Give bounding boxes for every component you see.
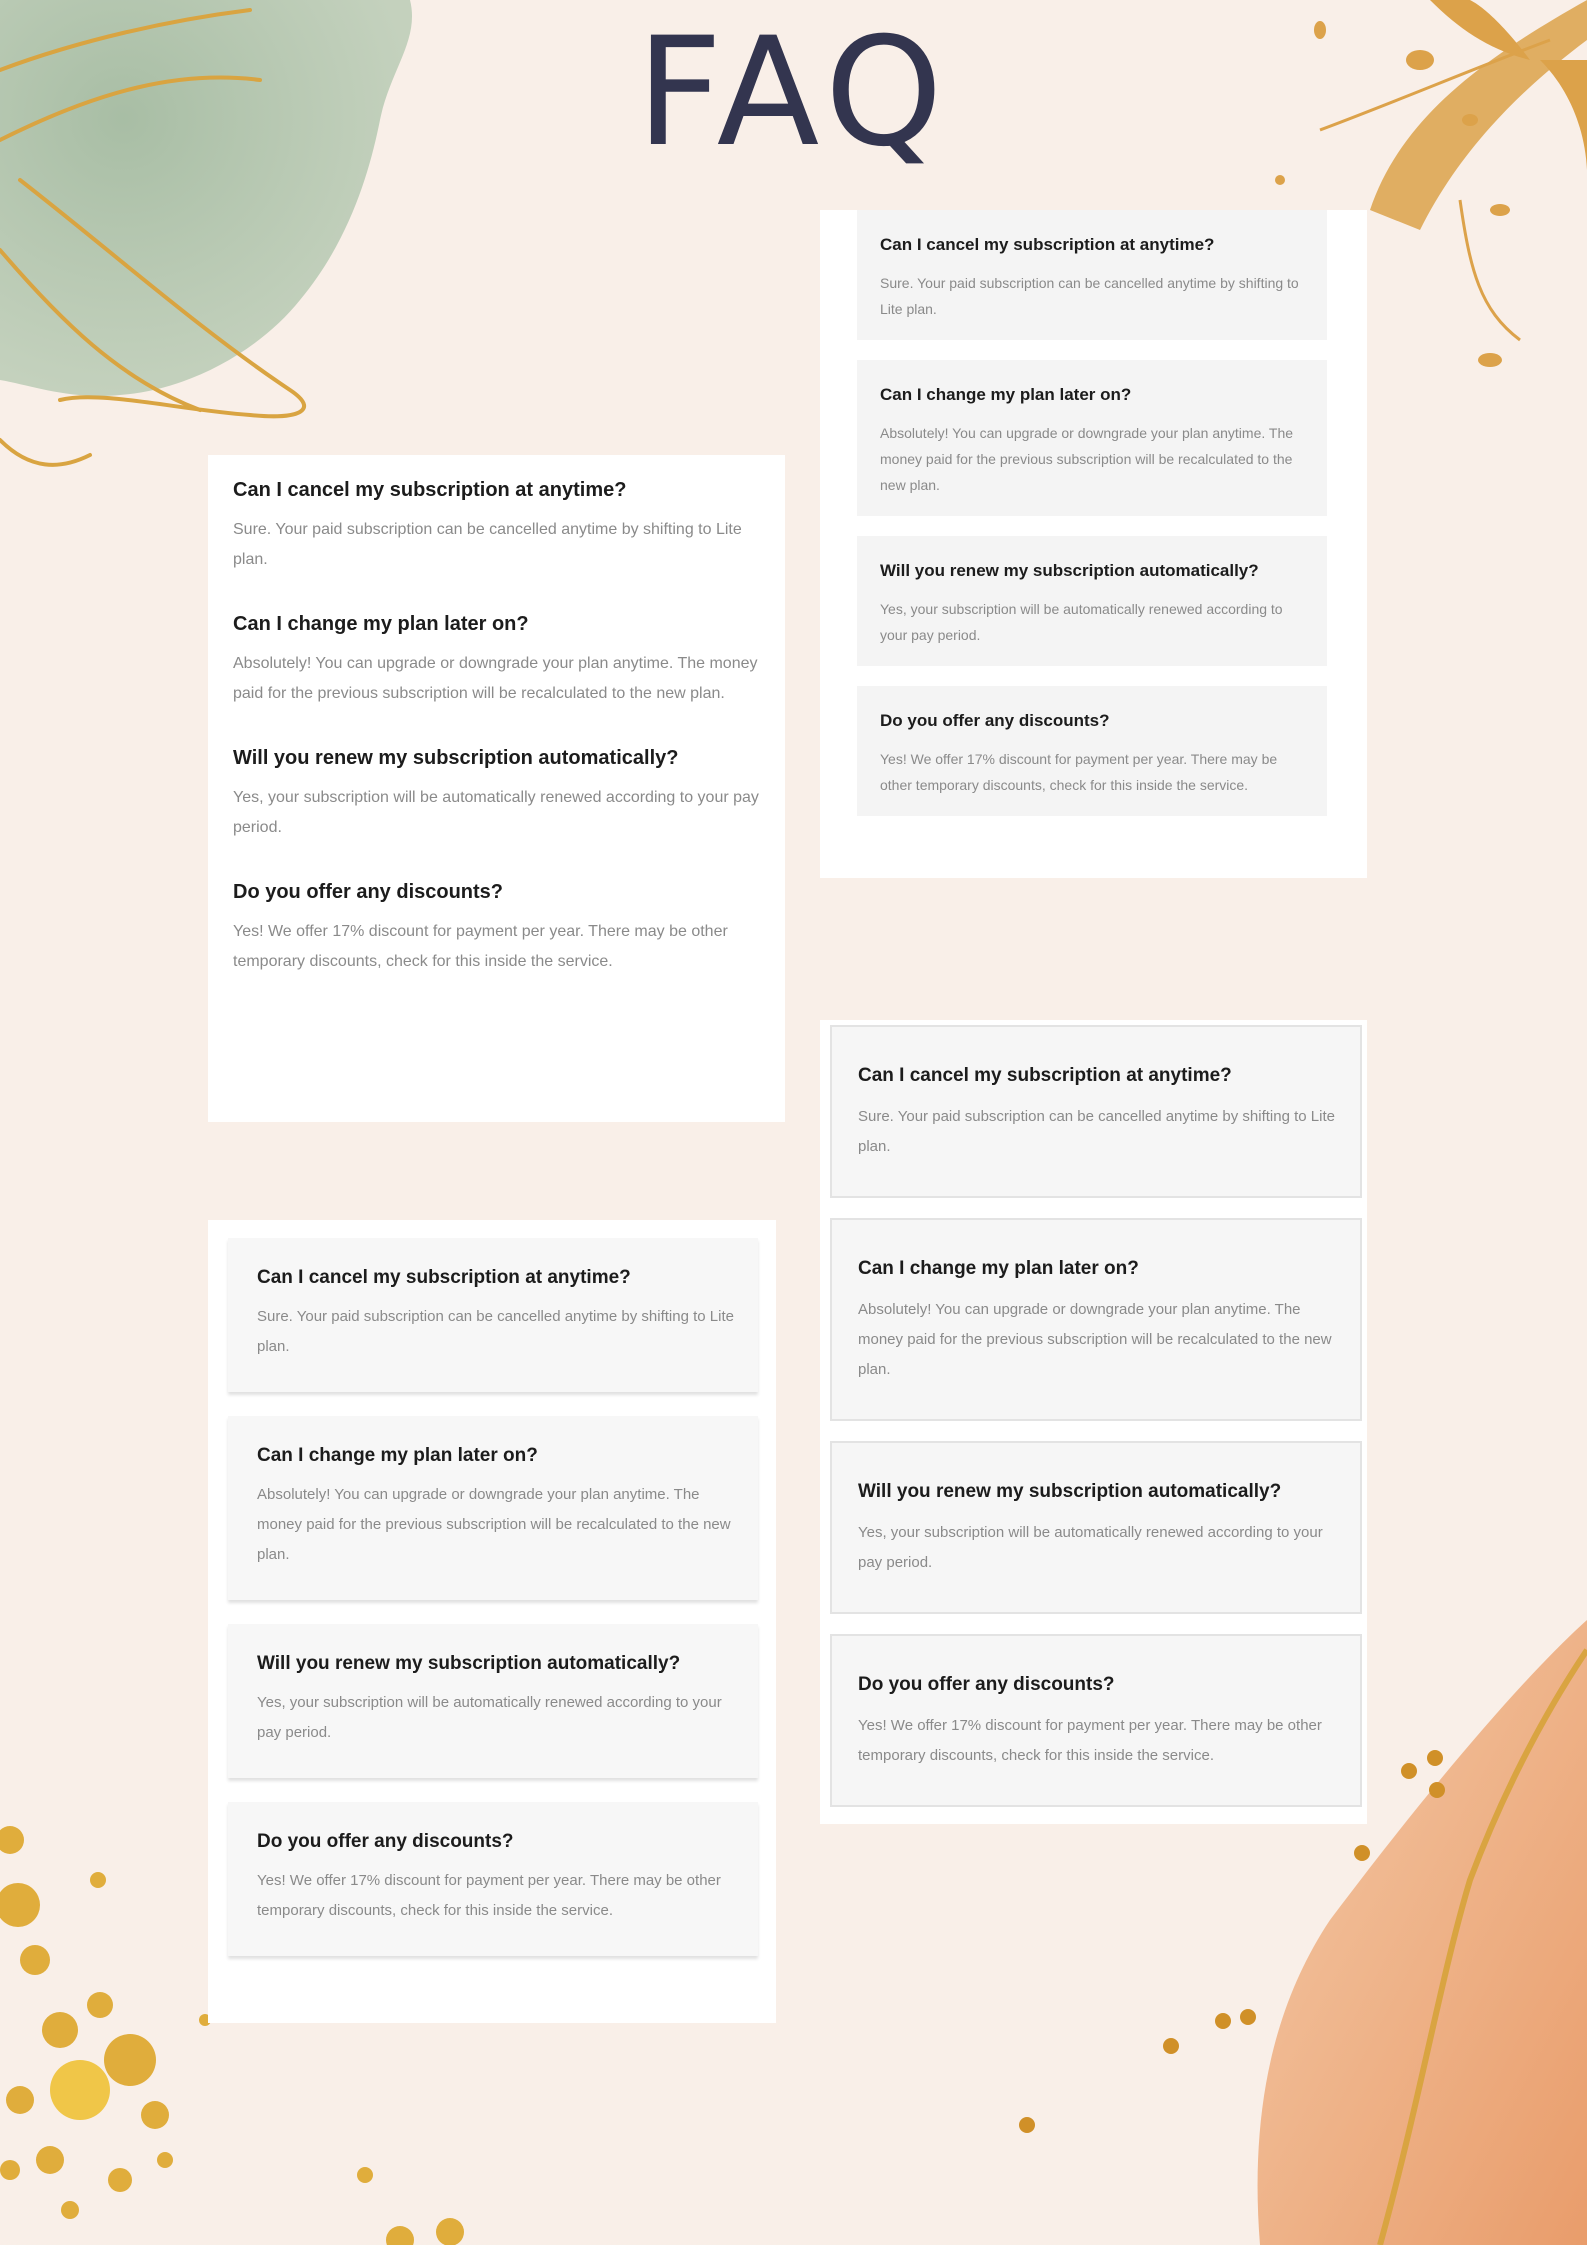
faq-question: Can I change my plan later on?	[880, 385, 1132, 404]
faq-answer: Sure. Your paid subscription can be canc…	[880, 275, 1299, 317]
faq-question: Will you renew my subscription automatic…	[233, 747, 679, 769]
faq-answer: Yes, your subscription will be automatic…	[880, 601, 1283, 643]
faq-card: Do you offer any discounts? Yes! We offe…	[857, 686, 1327, 816]
faq-question: Can I cancel my subscription at anytime?	[858, 1065, 1232, 1086]
faq-question: Can I cancel my subscription at anytime?	[257, 1267, 631, 1288]
faq-answer: Sure. Your paid subscription can be canc…	[858, 1108, 1335, 1155]
faq-question: Can I change my plan later on?	[233, 613, 529, 635]
faq-answer: Yes, your subscription will be automatic…	[257, 1694, 722, 1741]
faq-question: Do you offer any discounts?	[257, 1831, 514, 1852]
faq-card: Can I cancel my subscription at anytime?…	[228, 1238, 758, 1392]
faq-panel-shadow-cards: Can I cancel my subscription at anytime?…	[208, 1220, 776, 2023]
faq-answer: Absolutely! You can upgrade or downgrade…	[257, 1486, 731, 1563]
faq-item: Do you offer any discounts? Yes! We offe…	[233, 879, 767, 977]
faq-panel-bordered-cards: Can I cancel my subscription at anytime?…	[820, 1020, 1367, 1824]
faq-item: Will you renew my subscription automatic…	[233, 745, 767, 843]
faq-card: Will you renew my subscription automatic…	[228, 1624, 758, 1778]
faq-card: Do you offer any discounts? Yes! We offe…	[228, 1802, 758, 1956]
faq-question: Can I change my plan later on?	[858, 1258, 1139, 1279]
faq-answer: Yes, your subscription will be automatic…	[858, 1524, 1323, 1571]
page-title: FAQ	[636, 6, 951, 180]
faq-card: Do you offer any discounts? Yes! We offe…	[830, 1634, 1362, 1807]
faq-answer: Absolutely! You can upgrade or downgrade…	[880, 425, 1294, 493]
faq-panel-grey-cards: Can I cancel my subscription at anytime?…	[820, 210, 1367, 878]
faq-answer: Yes, your subscription will be automatic…	[233, 789, 759, 836]
faq-question: Can I change my plan later on?	[257, 1445, 538, 1466]
faq-question: Do you offer any discounts?	[233, 881, 504, 903]
faq-question: Will you renew my subscription automatic…	[880, 561, 1259, 580]
faq-answer: Absolutely! You can upgrade or downgrade…	[233, 655, 758, 702]
faq-question: Do you offer any discounts?	[880, 711, 1110, 730]
faq-card: Can I change my plan later on? Absolutel…	[857, 360, 1327, 516]
faq-card: Will you renew my subscription automatic…	[857, 536, 1327, 666]
faq-question: Will you renew my subscription automatic…	[257, 1653, 681, 1674]
faq-card: Can I cancel my subscription at anytime?…	[830, 1025, 1362, 1198]
faq-answer: Yes! We offer 17% discount for payment p…	[233, 923, 728, 970]
faq-answer: Sure. Your paid subscription can be canc…	[233, 521, 742, 568]
faq-question: Can I cancel my subscription at anytime?	[233, 479, 627, 501]
faq-answer: Absolutely! You can upgrade or downgrade…	[858, 1301, 1332, 1378]
faq-card: Can I change my plan later on? Absolutel…	[228, 1416, 758, 1600]
faq-answer: Yes! We offer 17% discount for payment p…	[257, 1872, 721, 1919]
faq-panel-plain: Can I cancel my subscription at anytime?…	[208, 455, 785, 1122]
faq-answer: Yes! We offer 17% discount for payment p…	[880, 751, 1278, 793]
faq-item: Can I cancel my subscription at anytime?…	[233, 477, 767, 575]
faq-card: Will you renew my subscription automatic…	[830, 1441, 1362, 1614]
faq-question: Will you renew my subscription automatic…	[858, 1481, 1282, 1502]
faq-answer: Sure. Your paid subscription can be canc…	[257, 1308, 734, 1355]
faq-card: Can I change my plan later on? Absolutel…	[830, 1218, 1362, 1421]
faq-answer: Yes! We offer 17% discount for payment p…	[858, 1717, 1322, 1764]
faq-card: Can I cancel my subscription at anytime?…	[857, 210, 1327, 340]
faq-question: Do you offer any discounts?	[858, 1674, 1115, 1695]
faq-question: Can I cancel my subscription at anytime?	[880, 235, 1215, 254]
faq-item: Can I change my plan later on? Absolutel…	[233, 611, 767, 709]
